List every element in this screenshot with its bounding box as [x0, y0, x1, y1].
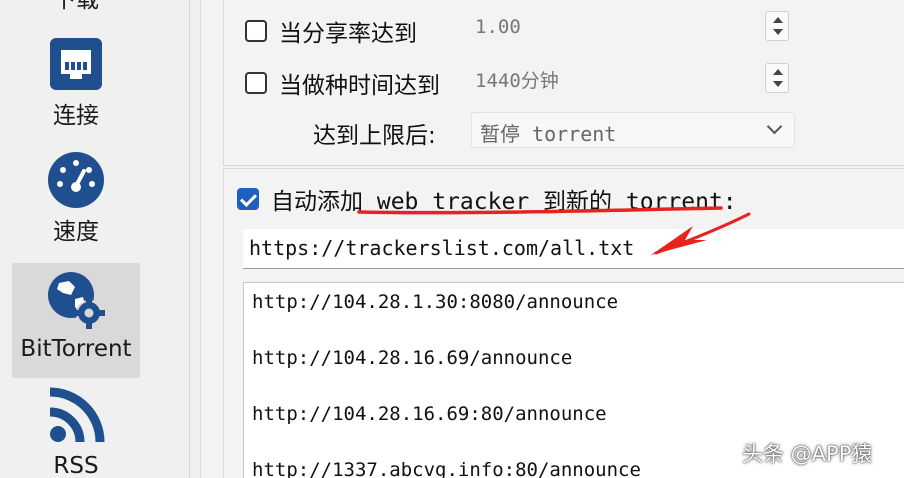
sidebar-item-rss[interactable]: RSS	[12, 386, 140, 478]
tracker-url-value: https://trackerslist.com/all.txt	[249, 236, 635, 260]
seed-time-row: 当做种时间达到	[245, 66, 440, 100]
spin-up-icon[interactable]	[773, 69, 783, 75]
sidebar: 下载 连接 速度 BitTorrent RSS	[0, 0, 190, 478]
seed-time-label: 当做种时间达到	[279, 73, 440, 99]
ratio-limit-value[interactable]: 1.00	[475, 16, 521, 38]
tracker-line: http://1337.abcvg.info:80/announce	[252, 459, 641, 478]
seed-time-value[interactable]: 1440分钟	[475, 66, 559, 93]
rss-icon	[49, 387, 105, 443]
auto-add-trackers-checkbox[interactable]	[237, 188, 259, 210]
ratio-limit-row: 当分享率达到	[245, 14, 417, 48]
spin-down-icon[interactable]	[773, 29, 783, 35]
globe-gear-icon	[48, 272, 105, 329]
ratio-limit-label: 当分享率达到	[279, 21, 417, 47]
spin-up-icon[interactable]	[773, 17, 783, 23]
sidebar-item-label: 下载	[53, 0, 99, 13]
network-icon	[50, 38, 102, 90]
tracker-url-input[interactable]: https://trackerslist.com/all.txt	[243, 229, 904, 269]
chevron-down-icon	[766, 118, 783, 135]
seed-time-checkbox[interactable]	[245, 72, 267, 94]
auto-add-trackers-label: 自动添加 web tracker 到新的 torrent:	[271, 189, 737, 215]
speedometer-icon	[48, 152, 104, 208]
settings-pane: 当分享率达到 1.00 当做种时间达到 1440分钟 达到上限后: 暂停 tor…	[200, 0, 904, 478]
sidebar-item-speed[interactable]: 速度	[12, 150, 140, 255]
watermark-text: 头条 @APP猿	[742, 442, 873, 466]
sidebar-item-label: 连接	[53, 103, 99, 129]
sidebar-item-label: BitTorrent	[20, 336, 132, 362]
tracker-line: http://104.28.1.30:8080/announce	[252, 291, 619, 313]
tracker-line: http://104.28.16.69/announce	[252, 347, 573, 369]
sidebar-item-label: 速度	[53, 219, 99, 245]
auto-add-trackers-row: 自动添加 web tracker 到新的 torrent:	[237, 182, 737, 216]
after-limit-value: 暂停 torrent	[480, 122, 617, 146]
after-limit-label: 达到上限后:	[313, 123, 436, 149]
after-limit-select[interactable]: 暂停 torrent	[471, 112, 795, 148]
ratio-limit-spinner[interactable]	[765, 11, 789, 41]
sidebar-item-label: RSS	[53, 453, 99, 478]
sidebar-item-connection[interactable]: 连接	[12, 36, 140, 136]
tracker-line: http://104.28.16.69:80/announce	[252, 403, 607, 425]
sidebar-item-download[interactable]: 下载	[12, 0, 140, 22]
ratio-limit-checkbox[interactable]	[245, 20, 267, 42]
seed-time-spinner[interactable]	[765, 63, 789, 93]
spin-down-icon[interactable]	[773, 81, 783, 87]
sidebar-item-bittorrent[interactable]: BitTorrent	[12, 263, 140, 378]
